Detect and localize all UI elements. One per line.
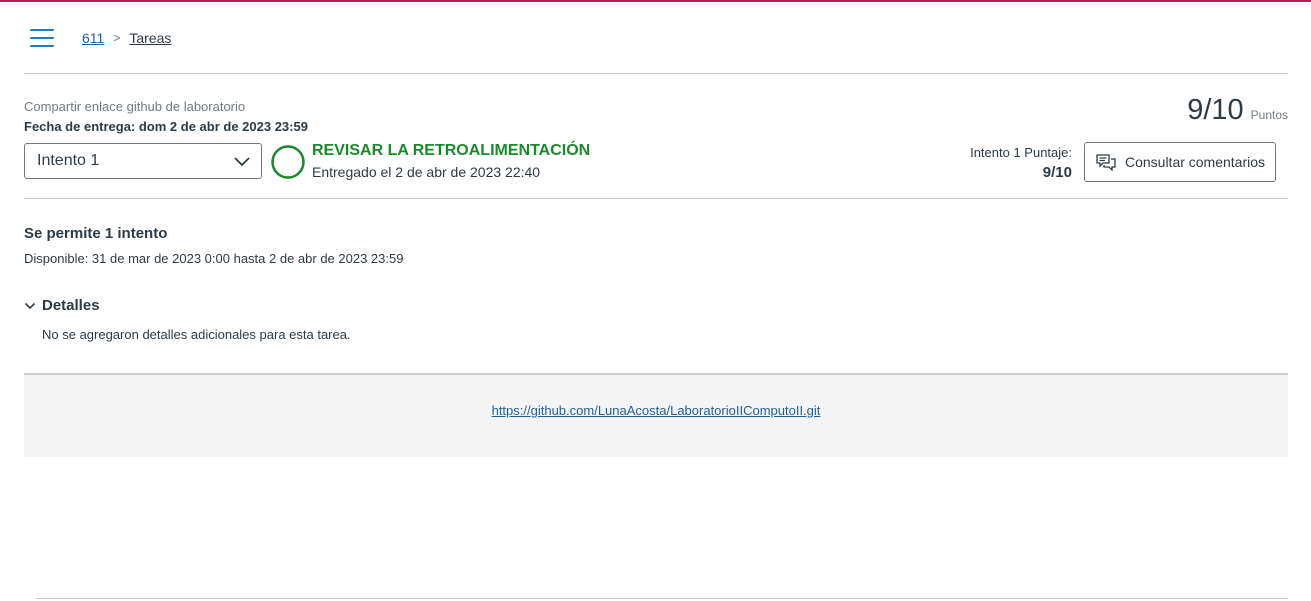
divider (36, 598, 1288, 599)
points-value: 9/10 (1187, 94, 1244, 126)
chevron-down-icon (24, 302, 36, 309)
submitted-date: Entregado el 2 de abr de 2023 22:40 (312, 164, 541, 180)
details-heading: Detalles (42, 297, 100, 314)
due-date: Fecha de entrega: dom 2 de abr de 2023 2… (24, 119, 308, 134)
attempt-score-value: 9/10 (1042, 164, 1072, 181)
view-feedback-label: Consultar comentarios (1124, 154, 1266, 170)
breadcrumb-assignments-link[interactable]: Tareas (129, 30, 171, 46)
details-toggle[interactable]: Detalles (24, 297, 100, 314)
attempt-score: Intento 1 Puntaje: 9/10 (970, 143, 1072, 183)
hamburger-menu-icon[interactable] (24, 22, 60, 54)
breadcrumb: 611 > Tareas (82, 30, 171, 46)
points-label: Puntos (1250, 108, 1288, 122)
submission-preview: https://github.com/LunaAcosta/Laboratori… (24, 373, 1288, 457)
breadcrumb-course-link[interactable]: 611 (82, 30, 104, 46)
attempts-allowed: Se permite 1 intento (24, 225, 168, 242)
status-circle-icon (271, 145, 305, 179)
chevron-right-icon: > (113, 31, 121, 45)
details-text: No se agregaron detalles adicionales par… (42, 327, 351, 342)
points-display: 9/10 Puntos (1187, 94, 1288, 127)
attempt-select[interactable]: Intento 1 (24, 143, 262, 179)
attempt-select-value: Intento 1 (37, 152, 100, 169)
assignment-title: Compartir enlace github de laboratorio (24, 99, 246, 114)
attempt-score-label: Intento 1 Puntaje: (970, 145, 1072, 160)
comments-icon (1096, 154, 1116, 171)
top-accent-bar (0, 0, 1311, 2)
top-navigation: 611 > Tareas (24, 22, 171, 54)
availability-dates: Disponible: 31 de mar de 2023 0:00 hasta… (24, 251, 404, 266)
view-feedback-button[interactable]: Consultar comentarios (1084, 142, 1276, 182)
status-title: REVISAR LA RETROALIMENTACIÓN (312, 142, 591, 159)
submission-link[interactable]: https://github.com/LunaAcosta/Laboratori… (24, 403, 1288, 418)
divider (24, 73, 1288, 74)
chevron-down-icon (234, 157, 250, 167)
divider (24, 198, 1288, 199)
